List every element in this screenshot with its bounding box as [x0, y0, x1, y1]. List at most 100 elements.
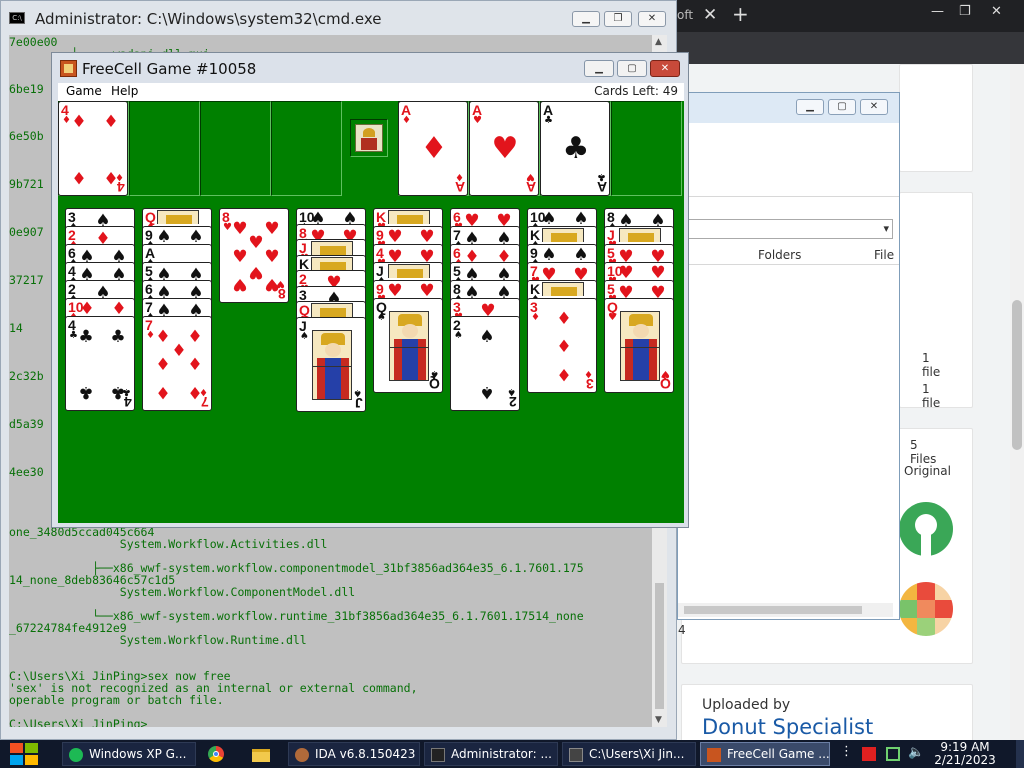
volume-icon[interactable]: 🔈: [908, 745, 924, 760]
card-suit-icon: ♥: [661, 368, 670, 379]
clock-date: 2/21/2023: [934, 753, 996, 767]
minimize-button[interactable]: ▁: [572, 11, 600, 27]
taskbar-item-ida[interactable]: IDA v6.8.150423: [288, 742, 420, 766]
card-rank: 2: [509, 394, 517, 410]
list-item[interactable]: Original: [904, 464, 951, 478]
show-desktop-button[interactable]: [1016, 740, 1024, 768]
card-pip-icon: ♥: [264, 274, 280, 294]
court-figure-icon: [311, 303, 353, 317]
horizontal-scrollbar[interactable]: [678, 603, 893, 617]
console-line: 0e907: [9, 225, 44, 239]
scroll-up-icon[interactable]: ▲: [655, 37, 662, 47]
taskbar-item-freecell[interactable]: FreeCell Game ...: [700, 742, 830, 766]
card-pip-icon: ♦: [556, 309, 572, 329]
cmd-title-bar[interactable]: C:\ Administrator: C:\Windows\system32\c…: [1, 1, 676, 35]
maximize-button[interactable]: ❐: [604, 11, 632, 27]
playing-card[interactable]: Q ♥ Q ♥: [604, 298, 674, 393]
free-cell-3[interactable]: [200, 101, 271, 196]
maximize-icon[interactable]: ❐: [959, 4, 971, 19]
maximize-button[interactable]: ▢: [617, 60, 647, 77]
card-suit-icon: ♦: [584, 368, 593, 379]
explorer-dropdown[interactable]: ▾: [678, 219, 893, 239]
ida-icon: [295, 748, 309, 762]
playing-card[interactable]: A ♦ A ♦ ♦: [398, 101, 468, 196]
playing-card[interactable]: 4 ♣ 4 ♣ ♣ ♣ ♣ ♣: [65, 316, 135, 411]
playing-card[interactable]: Q ♠ Q ♠: [373, 298, 443, 393]
page-card: Uploaded by Donut Specialist: [681, 684, 973, 744]
close-button[interactable]: ✕: [860, 99, 888, 115]
playing-card[interactable]: A ♥ A ♥ ♥: [469, 101, 539, 196]
console-line: System.Workflow.Activities.dll: [9, 537, 328, 551]
window-title: FreeCell Game #10058: [82, 60, 257, 78]
folder-icon[interactable]: [250, 743, 274, 765]
playing-card[interactable]: 7 ♦ 7 ♦ ♦ ♦ ♦ ♦ ♦ ♦ ♦: [142, 316, 212, 411]
scroll-thumb[interactable]: [1012, 300, 1022, 450]
new-tab-icon[interactable]: +: [732, 2, 749, 26]
list-item[interactable]: 1 file: [922, 351, 940, 379]
browser-scrollbar[interactable]: [1010, 64, 1024, 740]
open-source-logo-icon: [899, 502, 953, 556]
list-item[interactable]: 5 Files: [910, 438, 936, 466]
playing-card[interactable]: 3 ♦ 3 ♦ ♦ ♦ ♦: [527, 298, 597, 393]
7zip-icon: [569, 748, 583, 762]
clock[interactable]: 9:19 AM 2/21/2023: [930, 740, 1000, 767]
scroll-thumb[interactable]: [684, 606, 862, 614]
scroll-thumb[interactable]: [655, 583, 664, 709]
column-folders[interactable]: Folders: [758, 248, 801, 262]
minimize-button[interactable]: ▁: [584, 60, 614, 77]
close-icon[interactable]: ✕: [991, 4, 1002, 19]
console-line: d5a39: [9, 417, 44, 431]
status-text: 4: [678, 623, 686, 637]
card-rank: A: [525, 179, 536, 195]
taskbar-item-windows-xp[interactable]: Windows XP G...: [62, 742, 196, 766]
taskbar-item-7zip[interactable]: C:\Users\Xi Jin...: [562, 742, 696, 766]
card-rank: Q: [429, 376, 440, 392]
card-suit-icon: ♦: [531, 312, 540, 323]
browser-tab-title[interactable]: oft: [677, 8, 693, 22]
playing-card[interactable]: J ♠ J ♠: [296, 316, 366, 412]
card-pip-icon: ♥: [491, 131, 519, 166]
card-suit-icon: ♠: [300, 330, 309, 342]
flag-icon[interactable]: [862, 747, 876, 761]
menu-game[interactable]: Game: [66, 84, 102, 98]
court-figure-icon: [389, 311, 429, 381]
court-figure-icon: [620, 311, 660, 381]
uploader-link[interactable]: Donut Specialist: [702, 715, 873, 739]
card-pip-icon: ♦: [556, 337, 572, 357]
menu-help[interactable]: Help: [111, 84, 138, 98]
foundation-4[interactable]: [611, 101, 682, 196]
playing-card[interactable]: 8 ♥ 8 ♥ ♥ ♥ ♥ ♥ ♥ ♥ ♥ ♥: [219, 208, 289, 303]
minimize-button[interactable]: ▁: [796, 99, 824, 115]
free-cell-2[interactable]: [129, 101, 200, 196]
column-file[interactable]: File: [874, 248, 894, 262]
explorer-toolbar: [678, 169, 899, 197]
chrome-icon[interactable]: [205, 743, 229, 765]
free-cell-4[interactable]: [271, 101, 342, 196]
maximize-button[interactable]: ▢: [828, 99, 856, 115]
console-line: 6be19: [9, 82, 44, 96]
card-rank: Q: [660, 376, 671, 392]
network-icon[interactable]: [886, 747, 900, 761]
game-table[interactable]: 4♦4♦♦♦♦♦A♦A♦♦A♥A♥♥A♣A♣♣3♠♠2♦♦6♠♠♠4♠♠♠2♠♠…: [58, 101, 684, 523]
cards-left-counter: Cards Left: 49: [594, 84, 678, 98]
minimize-icon[interactable]: —: [931, 4, 944, 19]
playing-card[interactable]: A ♣ A ♣ ♣: [540, 101, 610, 196]
explorer-title-bar[interactable]: ▁ ▢ ✕: [678, 93, 899, 123]
taskbar: Windows XP G... IDA v6.8.150423 Administ…: [0, 740, 1024, 768]
console-line: System.Workflow.Runtime.dll: [9, 633, 307, 647]
freecell-title-bar[interactable]: FreeCell Game #10058 ▁ ▢ ✕: [52, 53, 688, 83]
list-item[interactable]: 1 file: [922, 382, 940, 410]
close-button[interactable]: ✕: [650, 60, 680, 77]
close-tab-icon[interactable]: ✕: [703, 5, 717, 25]
scroll-down-icon[interactable]: ▼: [655, 715, 662, 725]
playing-card[interactable]: 4 ♦ 4 ♦ ♦ ♦ ♦ ♦: [58, 101, 128, 196]
start-button[interactable]: [10, 743, 40, 765]
card-pip-icon: ♣: [110, 382, 126, 402]
court-figure-icon: [157, 210, 199, 224]
taskbar-item-administrator[interactable]: Administrator: ...: [424, 742, 558, 766]
tray-overflow-icon[interactable]: ⋮: [840, 744, 854, 759]
card-pip-icon: ♦: [103, 112, 119, 132]
playing-card[interactable]: 2 ♠ 2 ♠ ♠ ♠: [450, 316, 520, 411]
close-button[interactable]: ✕: [638, 11, 666, 27]
card-pip-icon: ♥: [264, 219, 280, 239]
